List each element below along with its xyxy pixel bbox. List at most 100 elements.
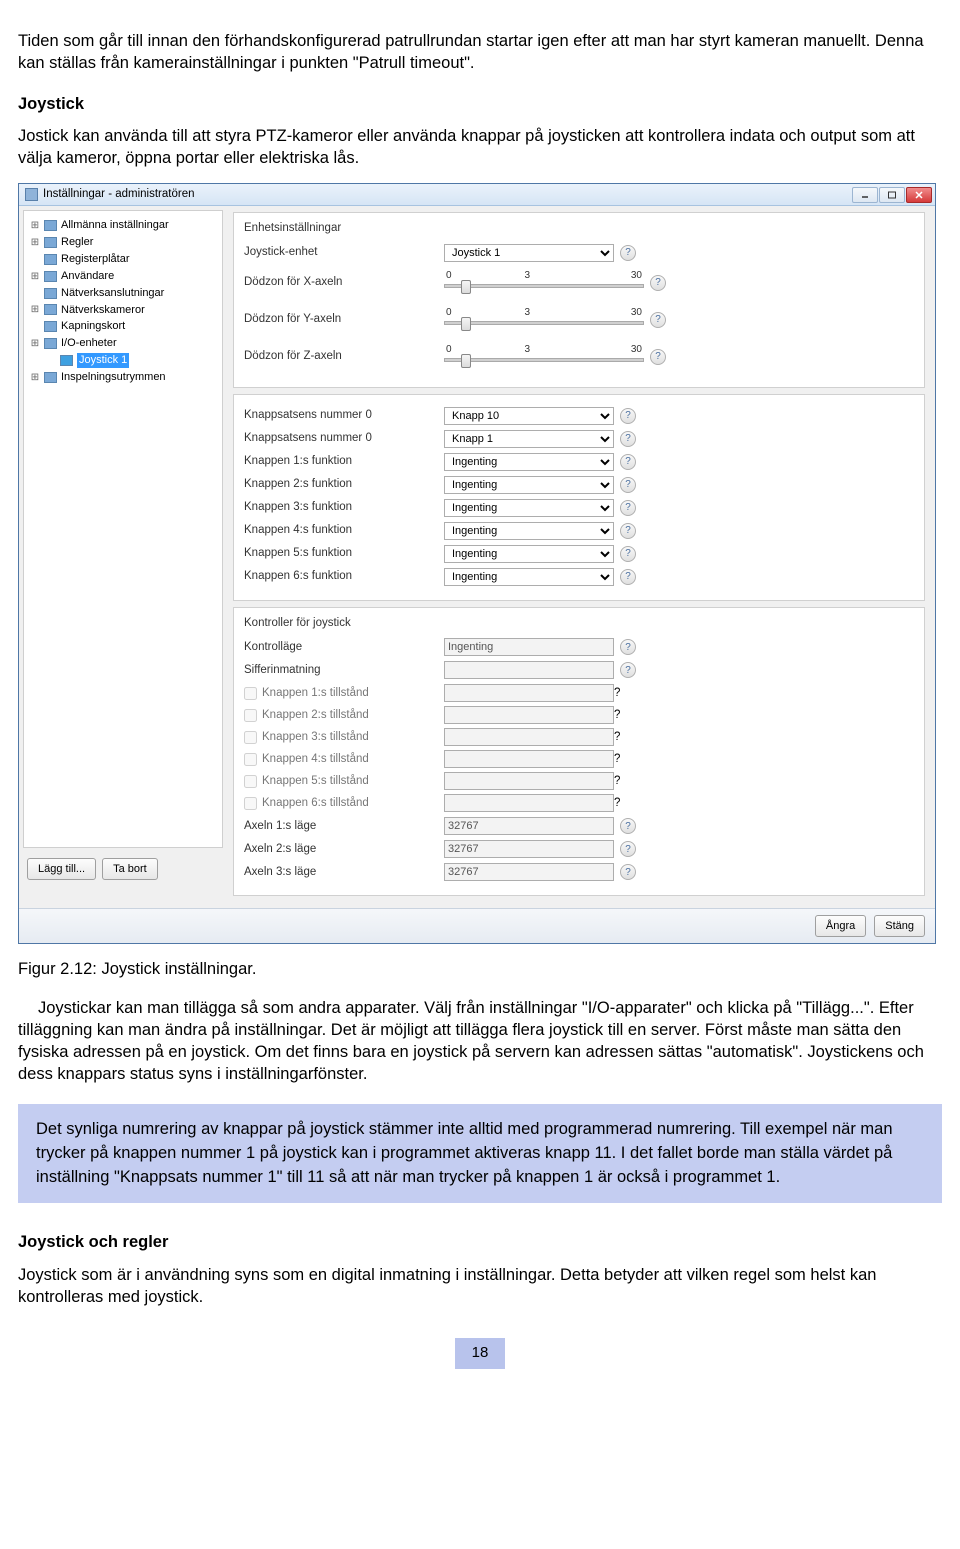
undo-button[interactable]: Ångra [815,915,866,937]
tree-node-icon [44,288,57,299]
mode-value [444,638,614,656]
siffer-label: Sifferinmatning [244,663,444,679]
help-icon[interactable]: ? [620,864,636,880]
expand-icon[interactable]: ⊞ [30,337,40,351]
deadzone-slider[interactable]: 0330 [444,269,644,297]
axis-label: Axeln 2:s läge [244,842,444,858]
minimize-button[interactable] [852,187,878,203]
close-dialog-button[interactable]: Stäng [874,915,925,937]
device-select[interactable]: Joystick 1 [444,244,614,262]
tree-item[interactable]: ⊞ Allmänna inställningar [28,217,218,234]
tree-item[interactable]: Joystick 1 [28,352,218,369]
tree-item-label: Nätverkskameror [61,303,145,318]
state-value [444,794,614,812]
tree-item-label: I/O-enheter [61,336,117,351]
state-label: Knappen 6:s tillstånd [262,796,369,812]
button-fn-select[interactable]: Ingenting [444,568,614,586]
expand-icon[interactable]: ⊞ [30,270,40,284]
help-icon[interactable]: ? [620,818,636,834]
axis-label: Axeln 3:s läge [244,865,444,881]
button-fn-label: Knappen 4:s funktion [244,523,444,539]
button-fn-select[interactable]: Knapp 1 [444,430,614,448]
expand-icon[interactable]: ⊞ [30,236,40,250]
expand-icon[interactable]: ⊞ [30,371,40,385]
button-fn-select[interactable]: Knapp 10 [444,407,614,425]
help-icon[interactable]: ? [620,523,636,539]
expand-icon[interactable]: ⊞ [30,219,40,233]
page-number: 18 [455,1338,506,1368]
help-icon[interactable]: ? [620,639,636,655]
state-checkbox[interactable] [244,753,257,766]
tree-node-icon [44,271,57,282]
help-icon[interactable]: ? [620,500,636,516]
tree-item[interactable]: Nätverksanslutningar [28,285,218,302]
axis-value [444,817,614,835]
joystick-paragraph: Jostick kan använda till att styra PTZ-k… [18,125,942,170]
slider-label: Dödzon för Y-axeln [244,312,444,328]
deadzone-slider[interactable]: 0330 [444,306,644,334]
state-checkbox[interactable] [244,797,257,810]
add-button[interactable]: Lägg till... [27,858,96,880]
button-fn-label: Knappsatsens nummer 0 [244,431,444,447]
tree-item-label: Allmänna inställningar [61,218,169,233]
axis-value [444,863,614,881]
help-icon[interactable]: ? [614,730,620,746]
close-button[interactable] [906,187,932,203]
settings-panel: Enhetsinställningar Joystick-enhet Joyst… [227,206,935,908]
button-fn-label: Knappen 3:s funktion [244,500,444,516]
tree-node-icon [44,372,57,383]
state-checkbox[interactable] [244,687,257,700]
state-value [444,750,614,768]
tree-item[interactable]: ⊞ Regler [28,234,218,251]
state-label: Knappen 5:s tillstånd [262,774,369,790]
tree-item-label: Regler [61,235,93,250]
button-fn-select[interactable]: Ingenting [444,545,614,563]
state-label: Knappen 3:s tillstånd [262,730,369,746]
tree-view[interactable]: ⊞ Allmänna inställningar ⊞ Regler Registerpl… [23,210,223,848]
tree-item-label: Nätverksanslutningar [61,286,164,301]
tree-item-label: Registerplåtar [61,252,129,267]
help-icon[interactable]: ? [620,477,636,493]
tree-item[interactable]: Registerplåtar [28,251,218,268]
expand-icon[interactable]: ⊞ [30,303,40,317]
state-checkbox[interactable] [244,731,257,744]
help-icon[interactable]: ? [620,454,636,470]
tree-item[interactable]: ⊞ Nätverkskameror [28,302,218,319]
help-icon[interactable]: ? [614,752,620,768]
tree-item[interactable]: ⊞ I/O-enheter [28,335,218,352]
help-icon[interactable]: ? [650,275,666,291]
help-icon[interactable]: ? [620,662,636,678]
button-fn-select[interactable]: Ingenting [444,453,614,471]
tree-item[interactable]: ⊞Inspelningsutrymmen [28,369,218,386]
state-checkbox[interactable] [244,709,257,722]
help-icon[interactable]: ? [614,686,620,702]
help-icon[interactable]: ? [620,245,636,261]
help-icon[interactable]: ? [614,774,620,790]
figure-caption: Figur 2.12: Joystick inställningar. [18,958,942,980]
maximize-button[interactable] [879,187,905,203]
tree-item[interactable]: Kapningskort [28,318,218,335]
note-box: Det synliga numrering av knappar på joys… [18,1104,942,1204]
device-label: Joystick-enhet [244,245,444,261]
ctrl-panel-title: Kontroller för joystick [244,616,914,632]
help-icon[interactable]: ? [650,312,666,328]
rules-heading: Joystick och regler [18,1231,942,1253]
remove-button[interactable]: Ta bort [102,858,158,880]
help-icon[interactable]: ? [650,349,666,365]
joystick-heading: Joystick [18,93,942,115]
help-icon[interactable]: ? [620,408,636,424]
siffer-value [444,661,614,679]
state-checkbox[interactable] [244,775,257,788]
help-icon[interactable]: ? [614,796,620,812]
deadzone-slider[interactable]: 0330 [444,343,644,371]
help-icon[interactable]: ? [620,431,636,447]
help-icon[interactable]: ? [620,546,636,562]
help-icon[interactable]: ? [614,708,620,724]
button-fn-select[interactable]: Ingenting [444,522,614,540]
tree-item[interactable]: ⊞Användare [28,268,218,285]
help-icon[interactable]: ? [620,841,636,857]
axis-label: Axeln 1:s läge [244,819,444,835]
button-fn-select[interactable]: Ingenting [444,476,614,494]
button-fn-select[interactable]: Ingenting [444,499,614,517]
help-icon[interactable]: ? [620,569,636,585]
